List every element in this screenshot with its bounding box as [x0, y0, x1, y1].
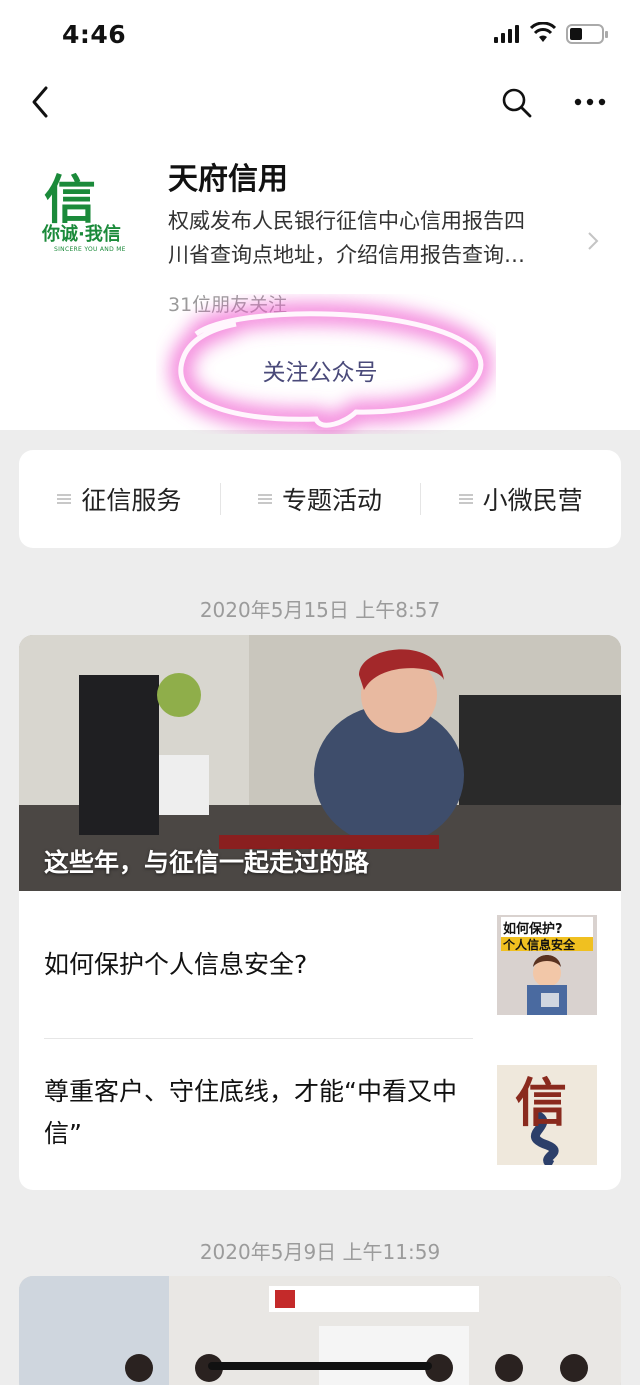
logo-text: 你诚·我信	[42, 224, 121, 245]
account-menu: 征信服务 专题活动 小微民营	[19, 450, 621, 548]
menu-item-label: 征信服务	[81, 486, 182, 515]
menu-item-label: 小微民营	[482, 486, 583, 515]
account-profile: 信 你诚·我信 SINCERE YOU AND ME 天府信用 权威发布人民银行…	[0, 134, 640, 434]
menu-item-label: 专题活动	[282, 486, 383, 515]
battery-icon	[566, 24, 608, 44]
post-date: 2020年5月15日 上午8:57	[199, 598, 441, 622]
description-line: 川省查询点地址，介绍信用报告查询…	[168, 243, 525, 267]
account-logo: 信 你诚·我信 SINCERE YOU AND ME	[34, 154, 140, 260]
cellular-signal-icon	[494, 25, 522, 43]
chevron-left-icon[interactable]	[26, 84, 56, 120]
status-bar: 4:46	[0, 0, 640, 70]
home-indicator[interactable]	[208, 1362, 432, 1370]
search-icon[interactable]	[500, 86, 534, 120]
logo-subtext: SINCERE YOU AND ME	[54, 246, 126, 253]
sub-article-title: 如何保护个人信息安全?	[44, 950, 308, 979]
article-thumbnail: 如何保护? 个人信息安全	[497, 915, 597, 1015]
menu-item-small-private[interactable]: 小微民营	[420, 469, 621, 529]
thumbnail-text: 如何保护?	[503, 922, 563, 937]
followers-count: 31位朋友关注	[168, 294, 288, 316]
hero-caption: 这些年，与征信一起走过的路	[44, 848, 370, 877]
status-time: 4:46	[62, 20, 127, 49]
account-description[interactable]: 权威发布人民银行征信中心信用报告四 川省查询点地址，介绍信用报告查询…	[168, 204, 580, 272]
thumbnail-glyph: 信	[515, 1073, 568, 1134]
post-date: 2020年5月9日 上午11:59	[199, 1240, 441, 1264]
menu-list-icon	[57, 492, 72, 506]
menu-item-credit-service[interactable]: 征信服务	[19, 469, 220, 529]
article-card: 这些年，与征信一起走过的路 如何保护个人信息安全? 如何保护? 个人信息安全 尊…	[19, 635, 621, 1190]
menu-list-icon	[458, 492, 473, 506]
sub-article[interactable]: 尊重客户、守住底线，才能“中看又中信” 信	[19, 1039, 621, 1187]
menu-item-special-activities[interactable]: 专题活动	[219, 469, 421, 529]
more-dots-icon[interactable]	[572, 88, 608, 116]
nav-bar	[0, 70, 640, 134]
sub-article-title: 尊重客户、守住底线，才能“中看又中信”	[44, 1077, 457, 1148]
menu-list-icon	[258, 492, 272, 506]
description-line: 权威发布人民银行征信中心信用报告四	[168, 209, 525, 233]
chevron-right-icon[interactable]	[586, 230, 600, 252]
follow-button[interactable]: 关注公众号	[200, 344, 440, 400]
sub-article[interactable]: 如何保护个人信息安全? 如何保护? 个人信息安全	[19, 891, 621, 1039]
article-thumbnail: 信	[497, 1065, 597, 1165]
hero-article[interactable]: 这些年，与征信一起走过的路	[19, 635, 621, 891]
thumbnail-text: 个人信息安全	[503, 938, 576, 952]
account-name: 天府信用	[168, 162, 288, 197]
wifi-icon	[530, 22, 556, 42]
